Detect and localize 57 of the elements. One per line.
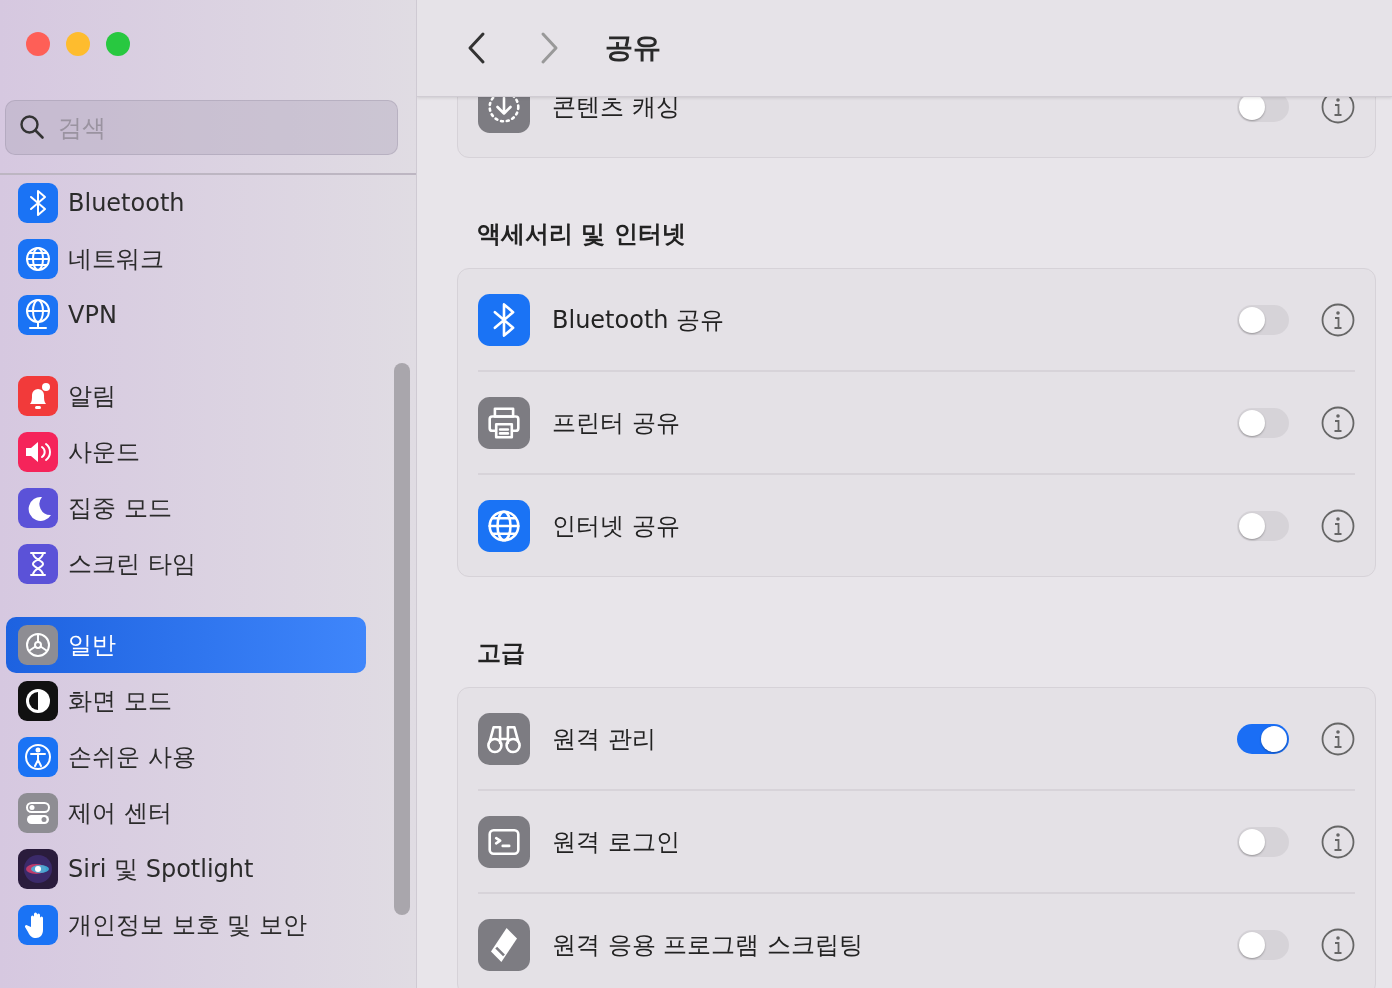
globe-network-icon — [18, 295, 58, 335]
bluetooth-icon — [18, 183, 58, 223]
setting-label: 원격 관리 — [552, 723, 657, 755]
printer-icon — [478, 396, 530, 449]
info-button[interactable] — [1321, 405, 1355, 440]
sidebar-item[interactable]: 제어 센터 — [6, 785, 366, 841]
terminal-icon — [478, 815, 530, 868]
switches-icon — [18, 793, 58, 833]
sidebar-item[interactable]: 사운드 — [6, 424, 366, 480]
toggle-switch[interactable] — [1237, 407, 1289, 438]
orb-icon — [18, 849, 58, 889]
bell-icon — [18, 376, 58, 416]
accessibility-icon — [18, 737, 58, 777]
hand-icon — [18, 905, 58, 945]
scroll-bar[interactable] — [394, 363, 410, 915]
globe-icon — [478, 499, 530, 552]
setting-label: 원격 응용 프로그램 스크립팅 — [552, 929, 864, 961]
speaker-icon — [18, 432, 58, 472]
sidebar-item[interactable]: 알림 — [6, 368, 366, 424]
setting-label: 인터넷 공유 — [552, 510, 681, 542]
info-button[interactable] — [1321, 508, 1355, 543]
info-button[interactable] — [1321, 302, 1355, 337]
binoculars-icon — [478, 712, 530, 765]
globe-icon — [18, 239, 58, 279]
setting-label: Bluetooth 공유 — [552, 304, 726, 336]
info-button[interactable] — [1321, 721, 1355, 756]
toggle-switch[interactable] — [1237, 304, 1289, 335]
toggle-switch[interactable] — [1237, 97, 1289, 122]
sidebar-item[interactable]: Siri 및 Spotlight — [6, 841, 366, 897]
info-button[interactable] — [1321, 97, 1355, 124]
close-button[interactable] — [26, 32, 50, 56]
sidebar-item[interactable]: 개인정보 보호 및 보안 — [6, 897, 366, 953]
zoom-button[interactable] — [106, 32, 130, 56]
sidebar-item[interactable]: 손쉬운 사용 — [6, 729, 366, 785]
search-icon — [19, 114, 45, 140]
toggle-switch[interactable] — [1237, 510, 1289, 541]
sidebar-item[interactable]: VPN — [6, 287, 366, 343]
info-button[interactable] — [1321, 824, 1355, 859]
section-title: 액세서리 및 인터넷 — [477, 219, 687, 250]
sidebar-item[interactable]: 스크린 타임 — [6, 536, 366, 592]
setting-label: 원격 로그인 — [552, 826, 681, 858]
sidebar-item[interactable]: 집중 모드 — [6, 480, 366, 536]
bluetooth-icon — [478, 293, 530, 346]
hourglass-icon — [18, 544, 58, 584]
sidebar-item[interactable]: 일반 — [6, 617, 366, 673]
sidebar-item[interactable]: Bluetooth — [6, 175, 366, 231]
toggle-switch[interactable] — [1237, 723, 1289, 754]
info-button[interactable] — [1321, 927, 1355, 962]
toggle-switch[interactable] — [1237, 929, 1289, 960]
sidebar-item[interactable]: 화면 모드 — [6, 673, 366, 729]
page-title: 공유 — [605, 30, 661, 66]
moon-icon — [18, 488, 58, 528]
setting-label: 콘텐츠 캐싱 — [552, 97, 681, 123]
section-title: 고급 — [477, 638, 526, 669]
sidebar-item[interactable]: 네트워크 — [6, 231, 366, 287]
toggle-switch[interactable] — [1237, 826, 1289, 857]
setting-label: 프린터 공유 — [552, 407, 681, 439]
